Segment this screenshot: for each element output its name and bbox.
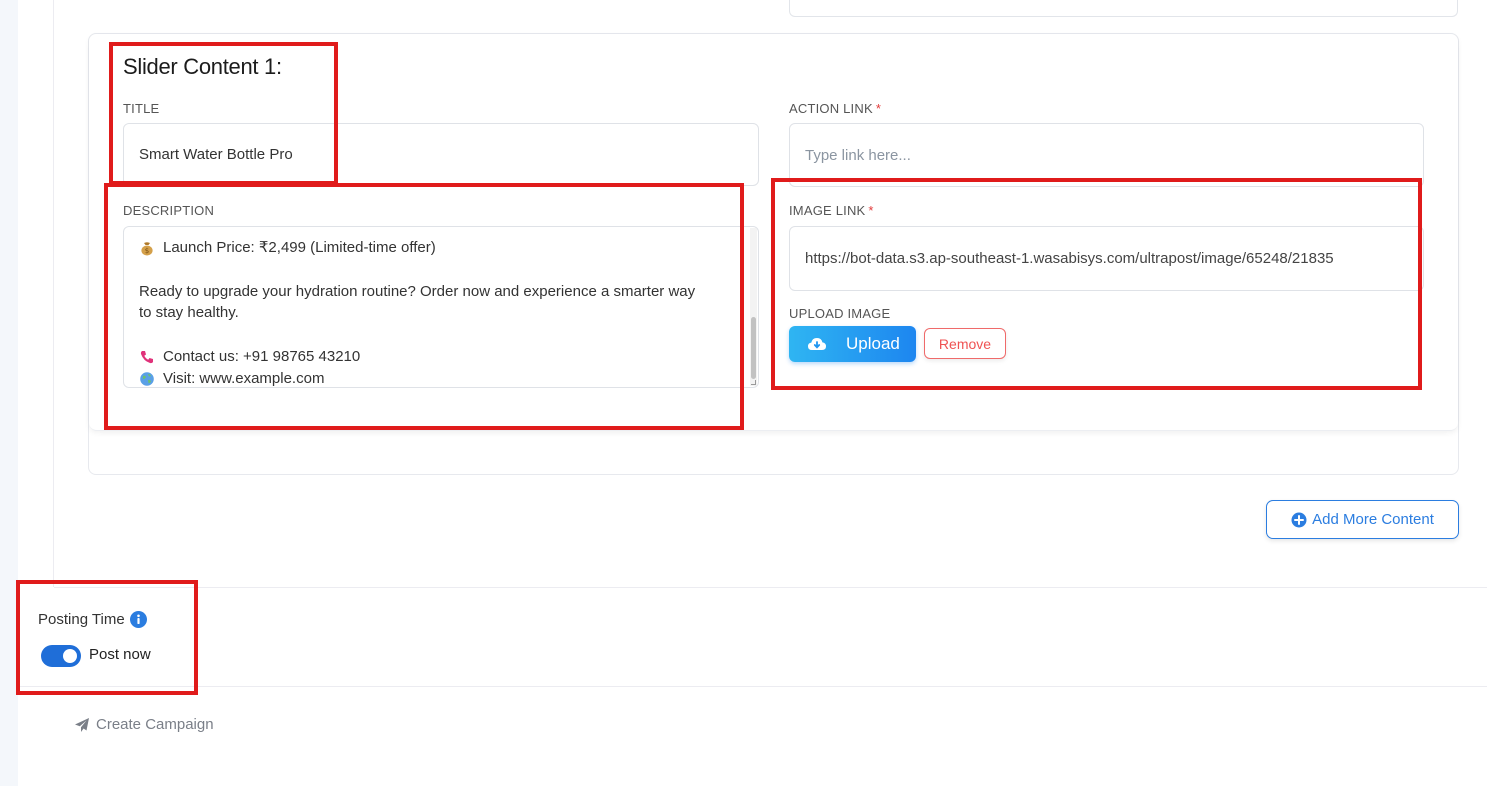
description-line: to stay healthy. (139, 304, 239, 322)
required-mark: * (868, 203, 874, 218)
post-now-label: Post now (89, 646, 151, 663)
action-link-input[interactable] (789, 123, 1424, 187)
footer-divider (18, 686, 1487, 687)
add-more-content-button[interactable]: Add More Content (1266, 500, 1459, 539)
toggle-knob (63, 649, 77, 663)
info-icon[interactable] (129, 611, 147, 628)
upload-button[interactable]: Upload (789, 326, 916, 362)
action-link-label-text: ACTION LINK (789, 101, 873, 116)
image-link-label-text: IMAGE LINK (789, 203, 866, 218)
section-divider (54, 587, 1487, 588)
description-line: Contact us: +91 98765 43210 (139, 346, 739, 368)
upload-button-label: Upload (846, 334, 900, 353)
cloud-download-icon (808, 338, 826, 350)
previous-field-bottom[interactable] (789, 0, 1458, 17)
paper-plane-icon (75, 717, 89, 732)
description-line: Ready to upgrade your hydration routine?… (139, 282, 696, 300)
textarea-resize-handle[interactable] (751, 380, 756, 385)
money-bag-icon: $ (141, 242, 153, 256)
phone-icon (140, 350, 153, 363)
description-content: $ Launch Price: ₹2,499 (Limited-time off… (139, 237, 739, 387)
create-campaign-button[interactable]: Create Campaign (74, 716, 214, 733)
page: Slider Content 1: TITLE ACTION LINK* DES… (0, 0, 1487, 786)
description-label: DESCRIPTION (123, 203, 215, 218)
posting-time-label: Posting Time (38, 611, 147, 628)
add-more-content-label: Add More Content (1312, 511, 1434, 528)
action-link-label: ACTION LINK * (789, 101, 881, 116)
title-label: TITLE (123, 101, 160, 116)
description-textarea[interactable]: $ Launch Price: ₹2,499 (Limited-time off… (123, 226, 759, 388)
left-sidebar-strip (0, 0, 18, 786)
posting-time-text: Posting Time (38, 611, 125, 628)
slider-content-heading: Slider Content 1: (123, 54, 282, 79)
remove-button[interactable]: Remove (924, 328, 1006, 359)
annotation-box-posting (16, 580, 198, 695)
svg-text:$: $ (145, 247, 149, 255)
description-scrollbar-thumb[interactable] (751, 317, 756, 379)
upload-image-label: UPLOAD IMAGE (789, 306, 891, 321)
globe-icon (140, 371, 154, 386)
description-line: Visit: www.example.com (139, 368, 739, 387)
title-input[interactable] (123, 123, 759, 186)
image-link-input[interactable] (789, 226, 1424, 291)
description-line: $ Launch Price: ₹2,499 (Limited-time off… (139, 237, 739, 259)
create-campaign-label: Create Campaign (96, 716, 214, 733)
post-now-toggle[interactable] (41, 645, 81, 667)
image-link-label: IMAGE LINK * (789, 203, 874, 218)
content-left-border (53, 0, 54, 587)
required-mark: * (875, 101, 882, 116)
plus-circle-icon (1291, 512, 1307, 527)
